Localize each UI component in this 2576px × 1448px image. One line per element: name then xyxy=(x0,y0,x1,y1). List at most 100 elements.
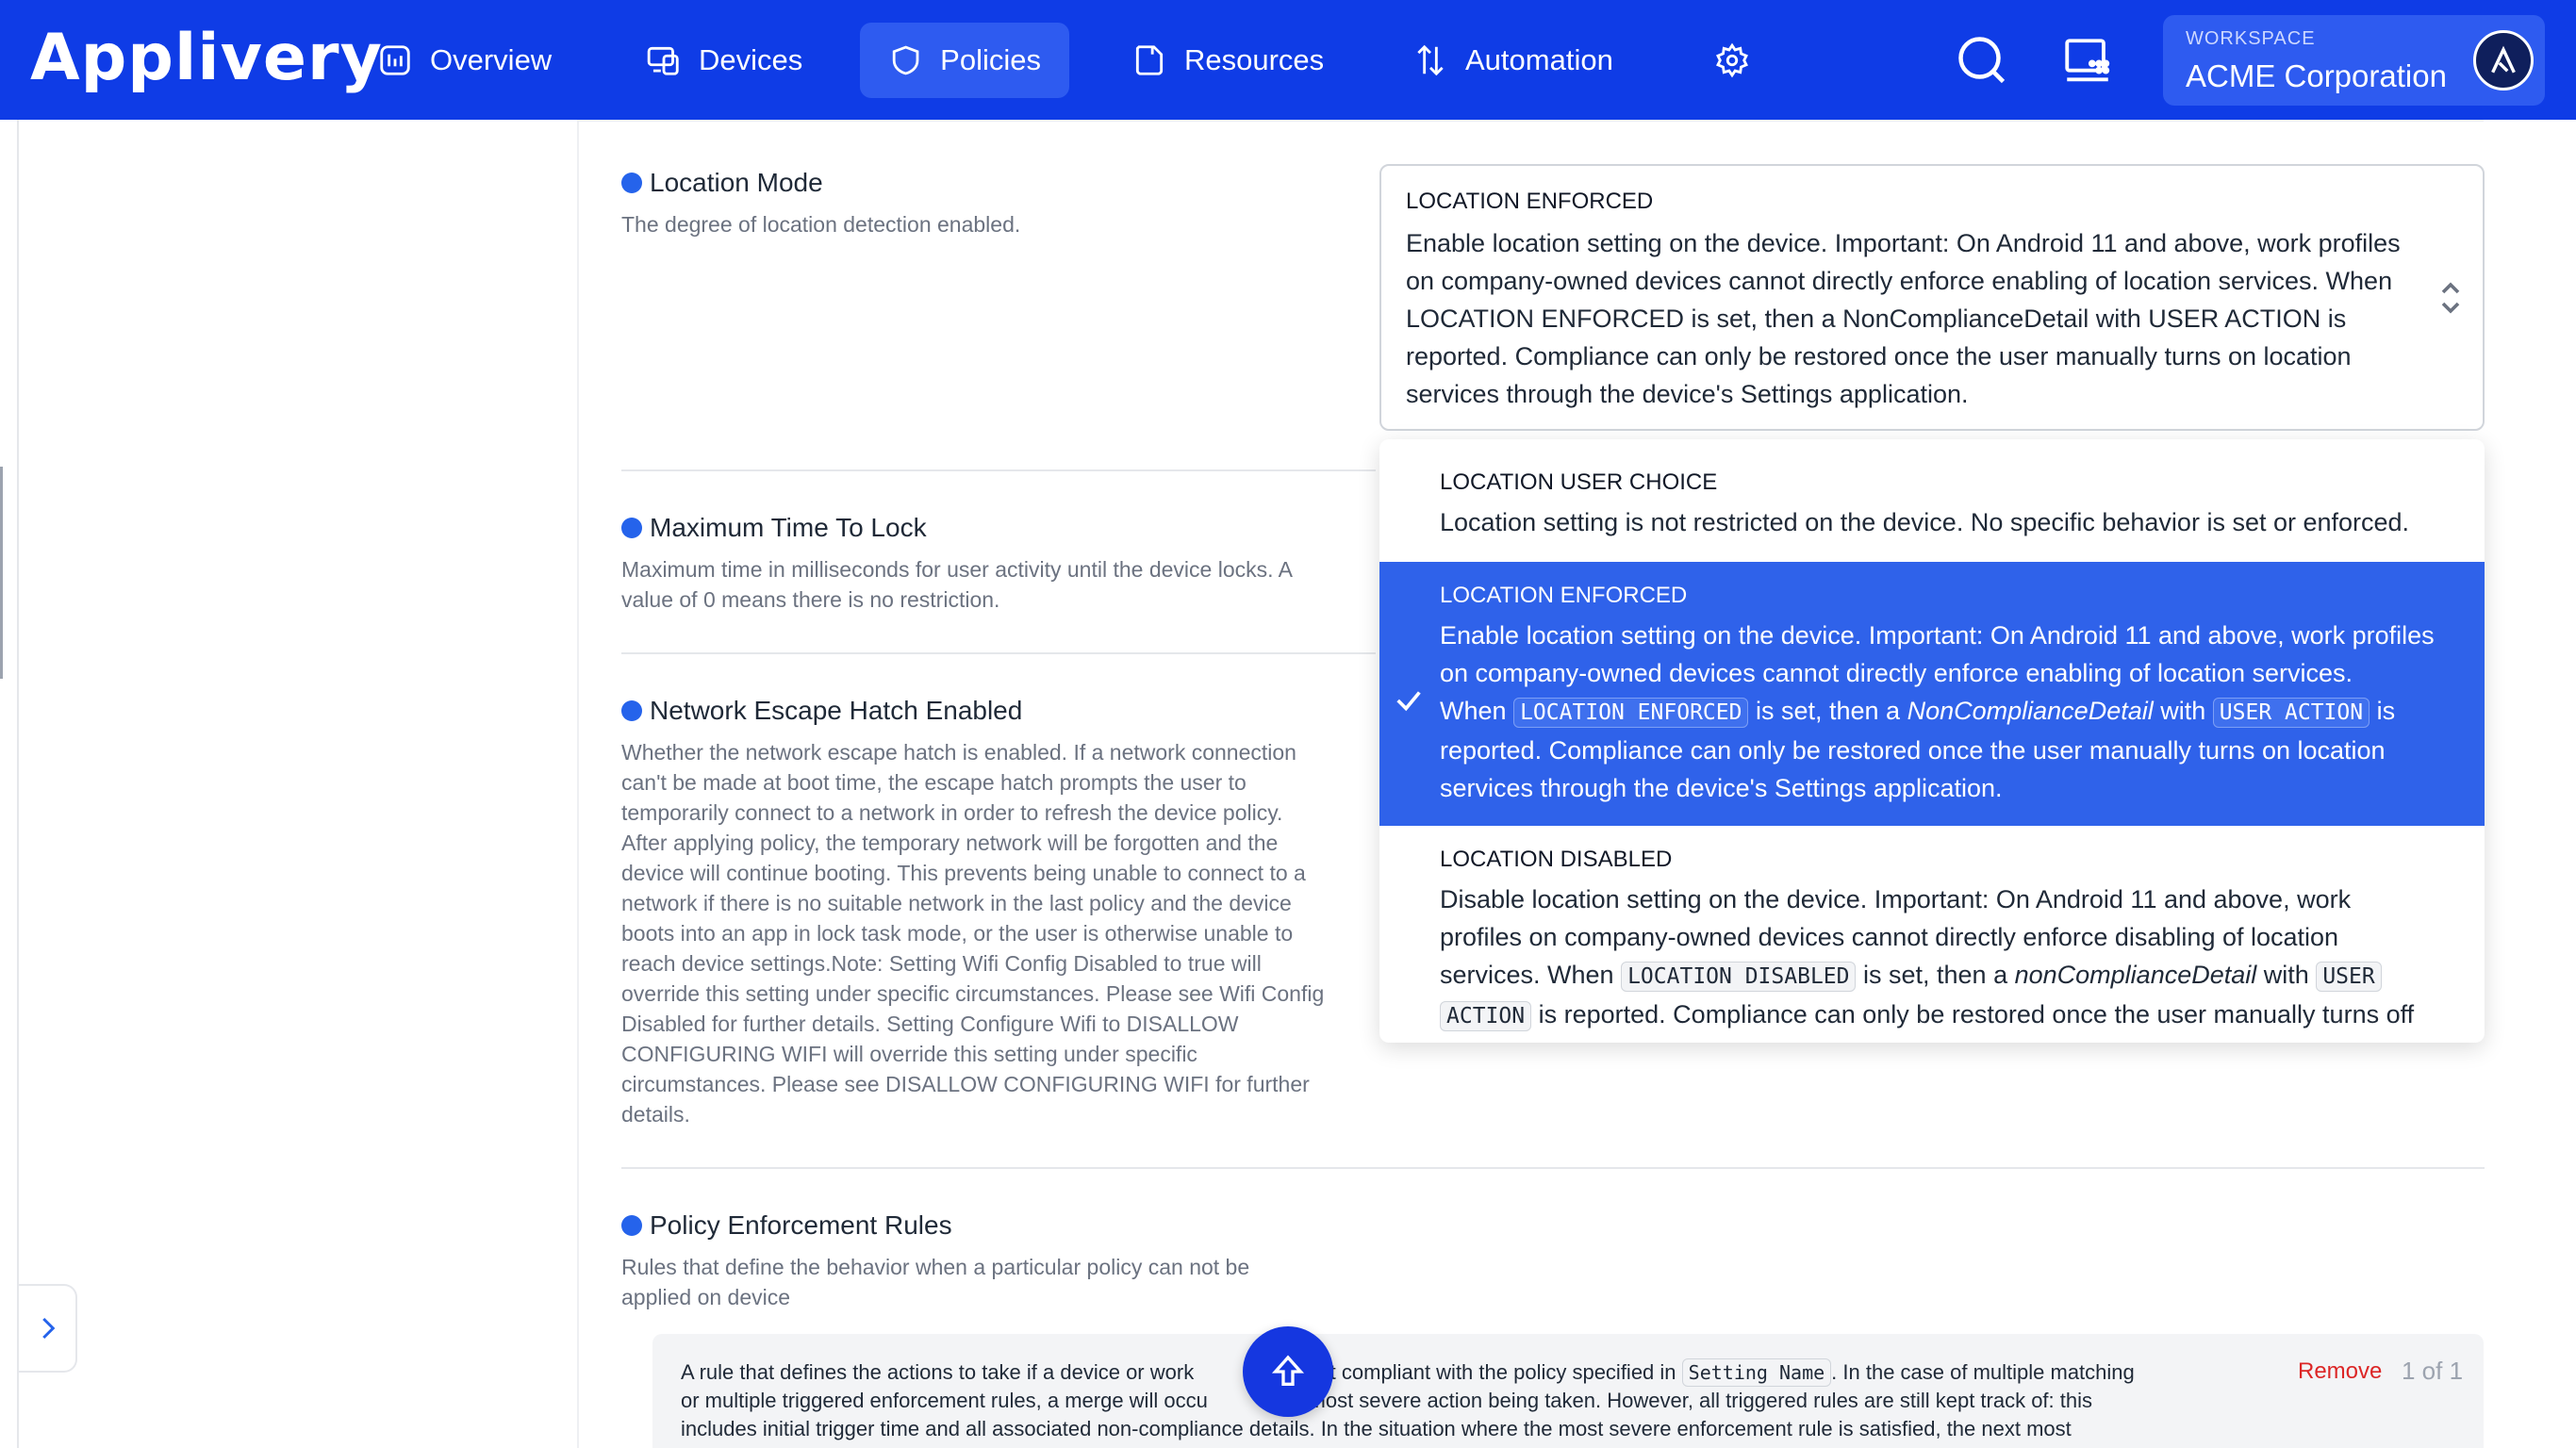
document-icon xyxy=(1135,45,1164,75)
nav-devices-label: Devices xyxy=(699,43,803,76)
workspace-avatar xyxy=(2473,30,2534,90)
setting-indicator-dot xyxy=(621,700,642,721)
desc-line: network if there is no suitable network … xyxy=(621,891,1292,915)
option-desc-line: services. When LOCATION DISABLED is set,… xyxy=(1440,956,2458,996)
app-logo[interactable]: Applivery xyxy=(30,21,383,95)
arrow-up-icon xyxy=(1271,1355,1305,1386)
option-location-user-choice[interactable]: LOCATION USER CHOICE Location setting is… xyxy=(1379,439,2485,562)
option-title: LOCATION ENFORCED xyxy=(1440,583,1688,608)
network-escape-desc: Whether the network escape hatch is enab… xyxy=(621,737,1324,1129)
option-desc: Disable location setting on the device. … xyxy=(1440,880,2458,1035)
nav-settings[interactable] xyxy=(1697,23,1767,98)
apps-grid-icon[interactable] xyxy=(2060,34,2115,89)
chevron-right-icon xyxy=(42,1317,56,1340)
code-user: USER xyxy=(2316,962,2382,992)
scroll-marker xyxy=(0,467,3,679)
text: services. When xyxy=(1440,961,1614,989)
option-title: LOCATION USER CHOICE xyxy=(1440,469,1718,495)
location-mode-dropdown: LOCATION USER CHOICE Location setting is… xyxy=(1379,439,2485,1043)
automation-icon xyxy=(1417,44,1444,76)
option-title: LOCATION DISABLED xyxy=(1440,847,1673,872)
selected-option-text: Enable location setting on the device. I… xyxy=(1406,229,2401,408)
network-escape-title: Network Escape Hatch Enabled xyxy=(621,696,1022,726)
workspace-switcher[interactable]: WORKSPACE ACME Corporation xyxy=(2163,15,2545,106)
enforcement-desc-1: Rules that define the behavior when a pa… xyxy=(621,1255,1250,1279)
option-desc-line: reported. Compliance can only be restore… xyxy=(1440,736,2386,765)
max-time-lock-desc-1: Maximum time in milliseconds for user ac… xyxy=(621,557,1293,582)
max-time-lock-title: Maximum Time To Lock xyxy=(621,513,927,543)
selected-option-title: LOCATION ENFORCED xyxy=(1406,189,1654,214)
nav-overview-label: Overview xyxy=(430,43,553,76)
top-divider xyxy=(577,120,2484,122)
rule-pager: 1 of 1 xyxy=(2402,1357,2464,1385)
shield-icon xyxy=(892,45,919,75)
text: with xyxy=(2263,961,2309,989)
rule-text: A rule that defines the actions to take … xyxy=(681,1360,1195,1384)
chevron-up-down-icon xyxy=(2441,282,2460,314)
sidebar-expand-button[interactable] xyxy=(19,1284,77,1373)
option-desc-line: on company-owned devices cannot directly… xyxy=(1440,659,2353,687)
nav-policies[interactable]: Policies xyxy=(860,23,1069,98)
option-location-enforced[interactable]: LOCATION ENFORCED Enable location settin… xyxy=(1379,562,2485,826)
setting-name-code: Setting Name xyxy=(1681,1358,1832,1387)
max-time-lock-title-text: Maximum Time To Lock xyxy=(650,513,927,542)
desc-line: boots into an app in lock task mode, or … xyxy=(621,921,1294,946)
rule-text: not compliant with the policy specified … xyxy=(1307,1360,1676,1384)
option-desc: Enable location setting on the device. I… xyxy=(1440,617,2458,807)
section-divider xyxy=(621,652,1376,654)
scroll-to-top-button[interactable] xyxy=(1243,1326,1333,1417)
nav-automation[interactable]: Automation xyxy=(1384,23,1642,98)
text: is reported. Compliance can only be rest… xyxy=(1538,1000,2415,1028)
option-desc-line: services through the device's Settings a… xyxy=(1440,774,2003,802)
nav-devices[interactable]: Devices xyxy=(618,23,831,98)
text: with xyxy=(2160,697,2206,725)
nav-resources-label: Resources xyxy=(1184,43,1325,76)
location-mode-title: Location Mode xyxy=(621,168,823,198)
desc-line: Disabled for further details. Setting Co… xyxy=(621,1012,1239,1036)
desc-line: reach device settings.Note: Setting Wifi… xyxy=(621,951,1262,976)
rule-text: . In the case of multiple matching xyxy=(1831,1360,2135,1384)
enforcement-rules-title-text: Policy Enforcement Rules xyxy=(650,1210,952,1240)
remove-rule-button[interactable]: Remove xyxy=(2298,1358,2382,1385)
option-desc-line: Enable location setting on the device. I… xyxy=(1440,621,2435,650)
nav-resources[interactable]: Resources xyxy=(1103,23,1352,98)
location-mode-desc: The degree of location detection enabled… xyxy=(621,212,1021,237)
left-rail xyxy=(0,120,19,1448)
option-desc-line: When LOCATION ENFORCED is set, then a No… xyxy=(1440,692,2458,732)
max-time-lock-desc-2: value of 0 means there is no restriction… xyxy=(621,587,1000,612)
desc-line: Whether the network escape hatch is enab… xyxy=(621,740,1296,765)
enforcement-desc-2: applied on device xyxy=(621,1285,791,1309)
desc-line: details. xyxy=(621,1102,690,1127)
desc-line: CONFIGURING WIFI will override this sett… xyxy=(621,1042,1197,1066)
workspace-label: WORKSPACE xyxy=(2186,28,2316,49)
nav-policies-label: Policies xyxy=(940,43,1041,76)
text: is set, then a xyxy=(1755,697,1901,725)
desc-line: can't be made at boot time, the escape h… xyxy=(621,770,1247,795)
enforcement-rules-title: Policy Enforcement Rules xyxy=(621,1210,952,1241)
enforcement-rule-card: A rule that defines the actions to take … xyxy=(652,1334,2484,1448)
noncompliance-term: nonComplianceDetail xyxy=(2014,961,2257,989)
option-location-disabled[interactable]: LOCATION DISABLED Disable location setti… xyxy=(1379,826,2485,1043)
gear-icon xyxy=(1716,42,1748,78)
setting-indicator-dot xyxy=(621,518,642,538)
code-location-enforced: LOCATION ENFORCED xyxy=(1513,698,1749,728)
workspace-logo-icon xyxy=(2491,45,2516,74)
desc-line: After applying policy, the temporary net… xyxy=(621,831,1279,855)
location-mode-select[interactable]: LOCATION ENFORCED Enable location settin… xyxy=(1379,164,2485,431)
option-desc-line: Disable location setting on the device. … xyxy=(1440,885,2352,913)
network-escape-title-text: Network Escape Hatch Enabled xyxy=(650,696,1023,725)
setting-indicator-dot xyxy=(621,173,642,193)
code-action: ACTION xyxy=(1440,1001,1532,1031)
desc-line: circumstances. Please see DISALLOW CONFI… xyxy=(621,1072,1310,1096)
nav-overview[interactable]: Overview xyxy=(349,23,580,98)
text: When xyxy=(1440,697,1507,725)
search-icon[interactable] xyxy=(1954,32,2010,89)
rule-text: includes initial trigger time and all as… xyxy=(681,1417,2072,1440)
text: is set, then a xyxy=(1863,961,2008,989)
setting-indicator-dot xyxy=(621,1215,642,1236)
code-location-disabled: LOCATION DISABLED xyxy=(1621,962,1857,992)
text: is xyxy=(2376,697,2396,725)
rule-text: or multiple triggered enforcement rules,… xyxy=(681,1389,1208,1412)
location-mode-title-text: Location Mode xyxy=(650,168,823,197)
desc-line: device will continue booting. This preve… xyxy=(621,861,1306,885)
